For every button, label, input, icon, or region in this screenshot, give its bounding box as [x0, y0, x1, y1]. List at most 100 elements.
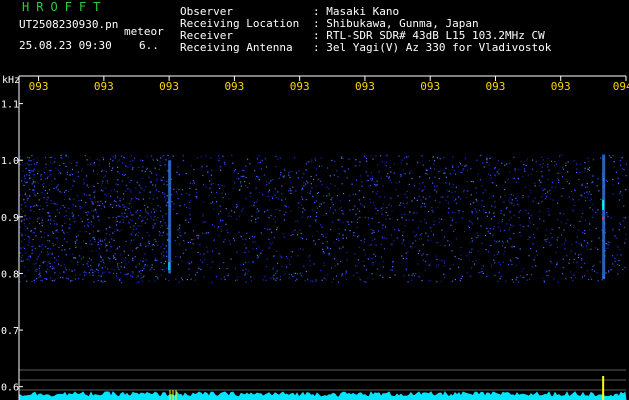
- noise-speckle: [570, 277, 572, 279]
- noise-speckle: [243, 175, 245, 177]
- noise-speckle: [485, 249, 487, 251]
- noise-speckle: [308, 256, 310, 258]
- noise-speckle: [157, 278, 159, 280]
- noise-speckle: [444, 265, 446, 267]
- noise-speckle: [590, 198, 592, 201]
- noise-speckle: [405, 219, 407, 221]
- noise-speckle: [561, 234, 563, 236]
- noise-speckle: [271, 196, 273, 198]
- noise-speckle: [561, 195, 563, 197]
- noise-speckle: [240, 181, 242, 183]
- noise-speckle: [218, 253, 220, 255]
- noise-speckle: [117, 266, 119, 268]
- noise-speckle: [620, 191, 622, 193]
- noise-speckle: [193, 181, 195, 183]
- noise-speckle: [228, 213, 230, 215]
- noise-speckle: [445, 199, 447, 201]
- noise-speckle: [21, 180, 23, 182]
- noise-speckle: [354, 205, 356, 207]
- noise-speckle: [47, 268, 49, 271]
- noise-speckle: [36, 173, 39, 175]
- noise-speckle: [150, 215, 152, 218]
- noise-speckle: [433, 163, 435, 165]
- noise-speckle: [93, 237, 95, 239]
- noise-speckle: [291, 251, 293, 253]
- noise-speckle: [166, 205, 169, 207]
- noise-speckle: [210, 267, 212, 269]
- noise-speckle: [220, 226, 222, 228]
- noise-speckle: [493, 239, 496, 242]
- noise-speckle: [610, 217, 612, 219]
- noise-speckle: [132, 168, 134, 170]
- noise-speckle: [161, 235, 163, 237]
- noise-speckle: [491, 195, 493, 197]
- noise-speckle: [331, 159, 333, 162]
- noise-speckle: [548, 270, 550, 272]
- noise-speckle: [368, 185, 370, 187]
- noise-speckle: [141, 216, 143, 218]
- noise-speckle: [592, 159, 594, 161]
- noise-speckle: [150, 211, 152, 213]
- noise-speckle: [164, 199, 166, 201]
- noise-speckle: [258, 179, 260, 181]
- noise-speckle: [574, 190, 576, 192]
- noise-speckle: [40, 236, 43, 238]
- noise-speckle: [541, 156, 543, 158]
- noise-speckle: [314, 159, 317, 162]
- noise-speckle: [156, 259, 158, 262]
- noise-speckle: [39, 208, 41, 211]
- noise-speckle: [267, 191, 270, 193]
- noise-speckle: [269, 242, 271, 244]
- noise-speckle: [305, 183, 307, 185]
- noise-speckle: [374, 183, 376, 185]
- noise-speckle: [83, 271, 86, 273]
- noise-speckle: [520, 161, 522, 163]
- noise-speckle: [245, 272, 247, 274]
- noise-speckle: [85, 272, 88, 274]
- noise-speckle: [113, 189, 115, 191]
- noise-speckle: [620, 254, 622, 256]
- noise-speckle: [503, 229, 505, 231]
- noise-speckle: [391, 261, 394, 263]
- noise-speckle: [331, 267, 333, 269]
- noise-speckle: [74, 241, 76, 243]
- noise-speckle: [106, 268, 109, 270]
- noise-speckle: [371, 232, 373, 234]
- noise-speckle: [98, 274, 100, 276]
- noise-speckle: [301, 238, 304, 240]
- noise-speckle: [305, 199, 307, 201]
- noise-speckle: [33, 176, 35, 178]
- noise-speckle: [40, 231, 42, 233]
- noise-speckle: [517, 281, 519, 283]
- noise-speckle: [465, 164, 467, 166]
- noise-speckle: [498, 168, 500, 170]
- noise-speckle: [251, 215, 253, 217]
- noise-speckle: [71, 168, 74, 170]
- noise-speckle: [41, 225, 43, 227]
- noise-speckle: [401, 159, 403, 161]
- noise-speckle: [283, 219, 285, 221]
- noise-speckle: [431, 207, 433, 209]
- noise-speckle: [298, 170, 300, 172]
- noise-speckle: [547, 178, 549, 180]
- noise-speckle: [463, 189, 465, 191]
- noise-speckle: [62, 277, 64, 279]
- noise-speckle: [444, 172, 446, 174]
- noise-speckle: [308, 254, 311, 257]
- noise-speckle: [533, 237, 536, 239]
- noise-speckle: [551, 228, 553, 230]
- noise-speckle: [381, 256, 383, 258]
- noise-speckle: [56, 229, 58, 231]
- noise-speckle: [421, 254, 423, 256]
- noise-speckle: [382, 276, 384, 278]
- noise-speckle: [44, 278, 46, 280]
- noise-speckle: [373, 204, 375, 207]
- noise-speckle: [567, 171, 569, 173]
- noise-speckle: [53, 280, 55, 282]
- noise-speckle: [504, 250, 506, 252]
- noise-speckle: [420, 206, 422, 208]
- noise-speckle: [500, 196, 502, 198]
- noise-speckle: [397, 228, 399, 230]
- noise-speckle: [481, 242, 483, 244]
- noise-speckle: [32, 178, 34, 181]
